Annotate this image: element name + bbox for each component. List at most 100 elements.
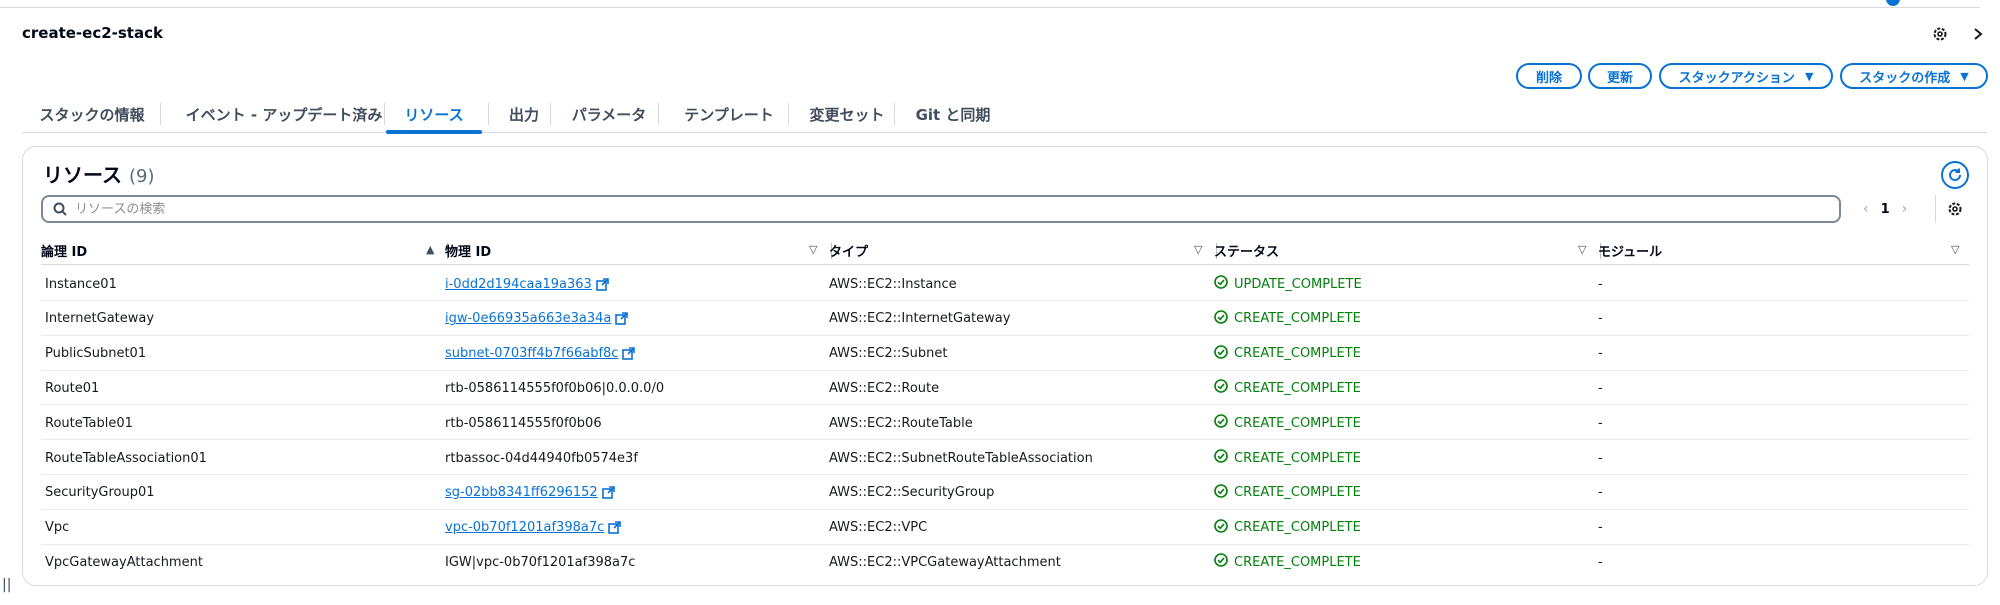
type-cell: AWS::EC2::VPCGatewayAttachment (829, 554, 1061, 570)
status-text: CREATE_COMPLETE (1234, 415, 1361, 431)
type-cell: AWS::EC2::SecurityGroup (829, 485, 995, 501)
status-cell: CREATE_COMPLETE (1214, 302, 1361, 336)
module-cell: - (1598, 380, 1603, 396)
check-circle-icon (1214, 518, 1228, 537)
status-cell: UPDATE_COMPLETE (1214, 267, 1362, 301)
column-header-module[interactable]: モジュール (1598, 235, 1662, 265)
tab-divider (658, 103, 659, 125)
status-badge: CREATE_COMPLETE (1214, 449, 1361, 467)
status-badge: CREATE_COMPLETE (1214, 518, 1361, 537)
logical-id-cell: Route01 (45, 380, 100, 396)
sort-ascending-icon[interactable]: ▲ (426, 243, 434, 256)
tab-template[interactable]: テンプレート (660, 95, 798, 133)
tab-change-sets[interactable]: 変更セット (790, 95, 904, 133)
logical-id-cell: VpcGatewayAttachment (45, 554, 203, 570)
stack-actions-label: スタックアクション (1678, 70, 1795, 86)
tab-divider (488, 103, 489, 125)
table-row: RouteTable01 rtb-0586114555f0f0b06 AWS::EC… (41, 406, 1969, 441)
tab-divider (894, 103, 895, 125)
sort-icon[interactable]: ▽ (1194, 243, 1202, 256)
top-indicator-icon (1886, 0, 1900, 6)
create-stack-label: スタックの作成 (1859, 70, 1951, 86)
physical-id-link[interactable]: subnet-0703ff4b7f66abf8c (445, 346, 618, 361)
check-circle-icon (1214, 309, 1228, 328)
tab-parameters[interactable]: パラメータ (552, 95, 666, 133)
physical-id-cell: rtb-0586114555f0f0b06 (445, 415, 602, 431)
tab-resources[interactable]: リソース (386, 95, 482, 134)
create-stack-button[interactable]: スタックの作成 ▼ (1840, 63, 1988, 89)
table-row: RouteTableAssociation01 rtbassoc-04d44940… (41, 441, 1969, 475)
page-number[interactable]: 1 (1881, 202, 1890, 217)
stack-actions-button[interactable]: スタックアクション ▼ (1659, 63, 1833, 89)
status-badge: CREATE_COMPLETE (1214, 553, 1361, 571)
chevron-right-icon[interactable] (1968, 24, 1988, 44)
resize-handle-icon[interactable]: || (2, 577, 11, 593)
sort-icon[interactable]: ▽ (1578, 243, 1586, 256)
delete-button[interactable]: 削除 (1516, 63, 1582, 89)
settings-gear-icon[interactable] (1930, 24, 1950, 44)
external-link-icon[interactable] (622, 347, 636, 360)
search-field[interactable] (41, 195, 1841, 223)
status-badge: CREATE_COMPLETE (1214, 309, 1361, 328)
tab-divider (550, 103, 551, 125)
column-header-physical-id[interactable]: 物理 ID (445, 235, 491, 265)
check-circle-icon (1214, 379, 1228, 397)
refresh-icon[interactable] (1941, 161, 1969, 189)
status-badge: CREATE_COMPLETE (1214, 414, 1361, 432)
page-title: create-ec2-stack (22, 24, 163, 42)
tab-stack-info[interactable]: スタックの情報 (32, 95, 152, 133)
column-header-logical-id[interactable]: 論理 ID (41, 235, 87, 265)
status-text: CREATE_COMPLETE (1234, 380, 1361, 396)
check-circle-icon (1214, 483, 1228, 502)
status-text: CREATE_COMPLETE (1234, 311, 1361, 327)
check-circle-icon (1214, 553, 1228, 571)
check-circle-icon (1214, 414, 1228, 432)
physical-id-link[interactable]: sg-02bb8341ff6296152 (445, 485, 598, 500)
sort-icon[interactable]: ▽ (1951, 243, 1959, 256)
external-link-icon[interactable] (608, 521, 622, 534)
physical-id-link[interactable]: i-0dd2d194caa19a363 (445, 277, 592, 292)
status-cell: CREATE_COMPLETE (1214, 545, 1361, 579)
external-link-icon[interactable] (601, 486, 615, 500)
module-cell: - (1598, 520, 1603, 536)
prev-page-icon[interactable]: ‹ (1863, 201, 1869, 217)
status-text: CREATE_COMPLETE (1234, 450, 1361, 466)
column-header-type[interactable]: タイプ (829, 235, 868, 265)
status-badge: CREATE_COMPLETE (1214, 379, 1361, 397)
external-link-icon[interactable] (615, 312, 629, 326)
table-row: Instance01 i-0dd2d194caa19a363 AWS::EC2::I… (41, 267, 1969, 301)
status-cell: CREATE_COMPLETE (1214, 406, 1361, 440)
status-cell: CREATE_COMPLETE (1214, 441, 1361, 475)
tab-outputs[interactable]: 出力 (490, 95, 558, 133)
update-button[interactable]: 更新 (1588, 63, 1652, 89)
table-settings-gear-icon[interactable] (1945, 199, 1965, 219)
physical-id-cell: igw-0e66935a663e3a34a (445, 302, 629, 336)
delete-button-label: 削除 (1535, 70, 1562, 86)
logical-id-cell: PublicSubnet01 (45, 346, 147, 362)
physical-id-cell: vpc-0b70f1201af398a7c (445, 511, 622, 545)
tab-events[interactable]: イベント - アップデート済み (178, 95, 390, 133)
pagination: ‹ 1 › (1863, 199, 1907, 219)
status-badge: CREATE_COMPLETE (1214, 344, 1361, 363)
module-cell: - (1598, 276, 1603, 292)
type-cell: AWS::EC2::VPC (829, 520, 928, 536)
physical-id-cell: sg-02bb8341ff6296152 (445, 476, 615, 510)
resources-title: リソース (9) (43, 159, 154, 188)
module-cell: - (1598, 554, 1603, 570)
column-header-status[interactable]: ステータス (1214, 235, 1279, 265)
physical-id-cell: subnet-0703ff4b7f66abf8c (445, 337, 636, 371)
type-cell: AWS::EC2::Instance (829, 276, 957, 292)
tab-git-sync[interactable]: Git と同期 (896, 95, 1010, 133)
external-link-icon[interactable] (596, 277, 609, 291)
physical-id-link[interactable]: igw-0e66935a663e3a34a (445, 311, 611, 326)
physical-id-cell: rtb-0586114555f0f0b06|0.0.0.0/0 (445, 380, 665, 396)
physical-id-link[interactable]: vpc-0b70f1201af398a7c (445, 520, 604, 535)
type-cell: AWS::EC2::RouteTable (829, 415, 973, 431)
sort-icon[interactable]: ▽ (809, 243, 817, 256)
table-row: InternetGateway igw-0e66935a663e3a34a AWS:… (41, 302, 1969, 336)
next-page-icon[interactable]: › (1902, 201, 1908, 217)
type-cell: AWS::EC2::Route (829, 380, 940, 396)
search-input[interactable] (75, 201, 1775, 217)
caret-down-icon: ▼ (1960, 69, 1969, 83)
status-cell: CREATE_COMPLETE (1214, 337, 1361, 371)
